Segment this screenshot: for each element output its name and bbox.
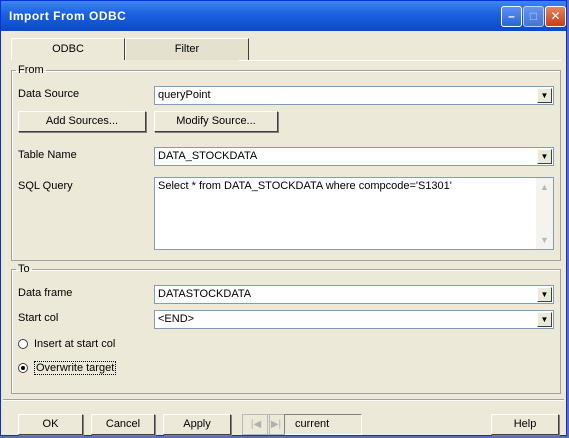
insert-at-start-radio[interactable]: Insert at start col: [18, 338, 115, 350]
minimize-icon: –: [508, 9, 515, 23]
tab-odbc[interactable]: ODBC: [11, 38, 125, 60]
scroll-up-icon[interactable]: ▲: [540, 182, 549, 192]
chevron-down-icon[interactable]: ▼: [537, 149, 552, 164]
sql-query-text: Select * from DATA_STOCKDATA where compc…: [158, 180, 452, 192]
tab-filter[interactable]: Filter: [125, 38, 249, 60]
apply-button[interactable]: Apply: [163, 414, 231, 435]
title-bar[interactable]: Import From ODBC – □ ✕: [1, 1, 566, 31]
data-source-label: Data Source: [18, 88, 80, 100]
start-col-select[interactable]: <END> ▼: [154, 310, 554, 329]
maximize-button[interactable]: □: [523, 6, 544, 27]
ok-button[interactable]: OK: [18, 414, 83, 435]
close-icon: ✕: [550, 9, 561, 23]
window-title: Import From ODBC: [9, 9, 127, 23]
modify-source-button[interactable]: Modify Source...: [154, 111, 278, 132]
table-name-value: DATA_STOCKDATA: [158, 150, 258, 162]
help-button[interactable]: Help: [491, 414, 559, 435]
sql-query-textarea[interactable]: Select * from DATA_STOCKDATA where compc…: [154, 177, 554, 250]
import-odbc-dialog: Import From ODBC – □ ✕ ODBC Filter From …: [0, 0, 567, 436]
cancel-button[interactable]: Cancel: [91, 414, 155, 435]
chevron-down-icon[interactable]: ▼: [537, 312, 552, 327]
insert-at-start-label: Insert at start col: [34, 338, 116, 350]
table-name-label: Table Name: [18, 149, 77, 161]
next-record-button[interactable]: ▶|: [267, 414, 285, 435]
add-sources-button[interactable]: Add Sources...: [18, 111, 146, 132]
overwrite-target-radio[interactable]: Overwrite target: [18, 361, 117, 375]
scroll-down-icon[interactable]: ▼: [540, 235, 549, 245]
current-record-field: current: [284, 414, 362, 435]
chevron-down-icon[interactable]: ▼: [537, 88, 552, 103]
next-icon: ▶|: [270, 419, 282, 430]
sql-query-label: SQL Query: [18, 180, 73, 192]
overwrite-target-label: Overwrite target: [34, 361, 117, 375]
start-col-label: Start col: [18, 312, 59, 324]
chevron-down-icon[interactable]: ▼: [537, 287, 552, 302]
data-frame-value: DATASTOCKDATA: [158, 288, 252, 300]
data-source-value: queryPoint: [158, 89, 211, 101]
from-legend: From: [18, 64, 44, 76]
data-frame-select[interactable]: DATASTOCKDATA ▼: [154, 285, 554, 304]
start-col-value: <END>: [158, 313, 195, 325]
first-prev-icon: |◀: [250, 419, 262, 430]
maximize-icon: □: [529, 9, 538, 23]
radio-selected-icon: [18, 363, 28, 373]
data-source-select[interactable]: queryPoint ▼: [154, 86, 554, 105]
close-button[interactable]: ✕: [545, 6, 566, 27]
radio-icon: [18, 339, 28, 349]
tab-divider: [239, 60, 561, 61]
footer-divider-highlight: [3, 400, 564, 401]
minimize-button[interactable]: –: [501, 6, 522, 27]
table-name-select[interactable]: DATA_STOCKDATA ▼: [154, 147, 554, 166]
to-legend: To: [18, 263, 30, 275]
prev-record-button[interactable]: |◀: [242, 414, 270, 435]
tab-strip: ODBC Filter: [11, 38, 561, 60]
data-frame-label: Data frame: [18, 287, 73, 299]
sql-scrollbar[interactable]: ▲ ▼: [536, 178, 553, 249]
